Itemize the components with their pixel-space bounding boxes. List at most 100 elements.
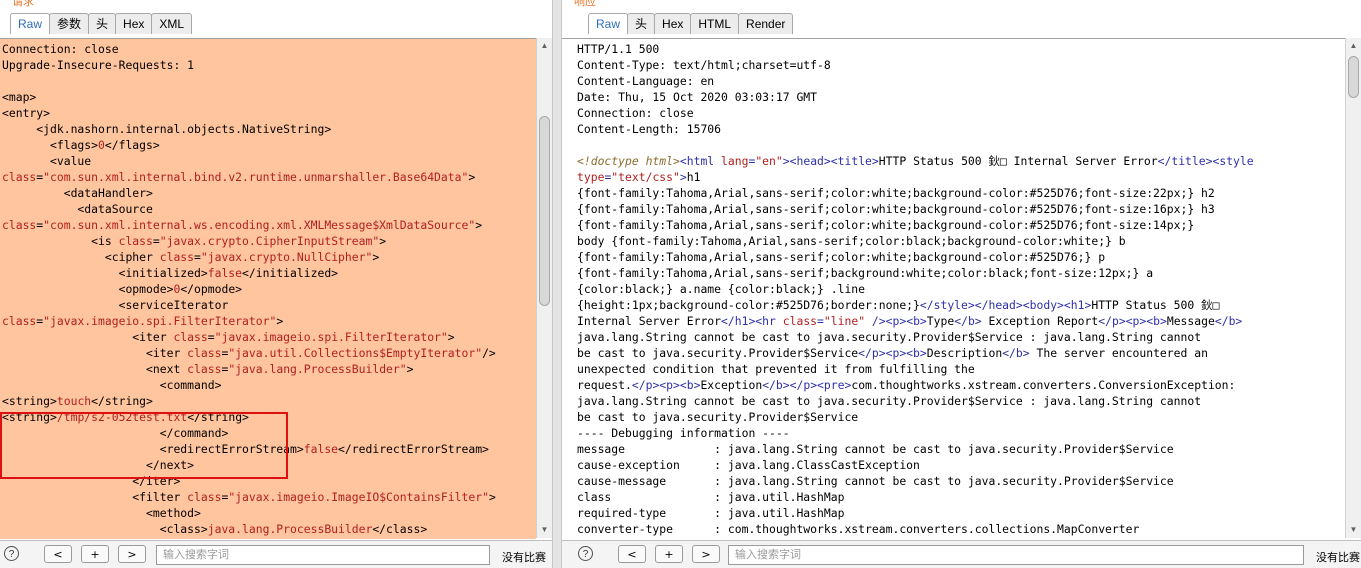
code-token: <string> bbox=[2, 410, 57, 424]
response-tab-html[interactable]: HTML bbox=[690, 13, 740, 34]
help-icon[interactable]: ? bbox=[578, 546, 593, 561]
code-token: /tmp/s2-052test.txt bbox=[56, 410, 188, 424]
code-line: <entry> bbox=[2, 105, 536, 121]
code-token: = bbox=[194, 250, 201, 264]
search-next-button[interactable]: > bbox=[692, 545, 720, 563]
code-line: {font-family:Tahoma,Arial,sans-serif;bac… bbox=[577, 265, 1345, 281]
code-token: <html bbox=[679, 154, 722, 168]
code-token: Exception Report bbox=[981, 314, 1099, 328]
code-token: be cast to java.security.Provider$Servic… bbox=[577, 346, 859, 360]
code-token: "javax.imageio.ImageIO$ContainsFilter" bbox=[228, 490, 489, 504]
code-token: {font-family:Tahoma,Arial,sans-serif;bac… bbox=[577, 266, 1154, 280]
code-token: > bbox=[679, 170, 687, 184]
code-token: "text/css" bbox=[611, 170, 680, 184]
code-line: <iter class="javax.imageio.spi.FilterIte… bbox=[2, 329, 536, 345]
code-token: false bbox=[207, 266, 243, 280]
code-token: Date: Thu, 15 Oct 2020 03:03:17 GMT bbox=[577, 90, 818, 104]
code-token: HTTP Status 500 鈥□ bbox=[1091, 298, 1220, 312]
code-line: Upgrade-Insecure-Requests: 1 bbox=[2, 57, 536, 73]
code-token: > bbox=[379, 234, 387, 248]
code-token: </redirectErrorStream> bbox=[338, 442, 489, 456]
code-token: </next> bbox=[2, 458, 195, 472]
request-body-text[interactable]: Connection: close Upgrade-Insecure-Reques… bbox=[0, 39, 536, 537]
code-token: <iter bbox=[2, 330, 174, 344]
request-tab-hex[interactable]: Hex bbox=[115, 13, 153, 34]
response-tab-render[interactable]: Render bbox=[738, 13, 794, 34]
code-token: </flags> bbox=[104, 138, 160, 152]
request-tab-params[interactable]: 参数 bbox=[49, 13, 90, 34]
code-token: <cipher bbox=[2, 250, 160, 264]
code-token: <method> bbox=[2, 506, 201, 520]
code-token: java.lang.ProcessBuilder bbox=[207, 522, 373, 536]
code-token: <next bbox=[2, 362, 188, 376]
code-token: Type bbox=[926, 314, 955, 328]
code-token: "en" bbox=[755, 154, 783, 168]
response-search-input[interactable] bbox=[728, 545, 1304, 565]
scroll-up-arrow-icon[interactable]: ▲ bbox=[1346, 38, 1361, 54]
code-line: <string>touch</string> bbox=[2, 393, 536, 409]
code-token: </string> bbox=[91, 394, 153, 408]
request-search-bar: ? < + > 没有比赛 bbox=[0, 540, 552, 568]
search-prev-button[interactable]: < bbox=[618, 545, 646, 563]
code-token: Upgrade-Insecure-Requests: 1 bbox=[2, 58, 195, 72]
search-add-button[interactable]: + bbox=[81, 545, 109, 563]
code-token: java.lang.String cannot be cast to java.… bbox=[577, 394, 1202, 408]
request-scrollbar-thumb[interactable] bbox=[539, 116, 550, 306]
code-token: </p><p><b> bbox=[858, 346, 927, 360]
code-token: <command> bbox=[2, 378, 222, 392]
request-search-input[interactable] bbox=[156, 545, 490, 565]
code-line: <class>java.lang.ProcessBuilder</class> bbox=[2, 521, 536, 537]
code-token: > bbox=[468, 170, 476, 184]
code-line: cause-exception : java.lang.ClassCastExc… bbox=[577, 457, 1345, 473]
code-token: <map> bbox=[2, 90, 37, 104]
code-token: class bbox=[173, 330, 208, 344]
response-scrollbar[interactable]: ▲ ▼ bbox=[1345, 38, 1361, 538]
help-icon[interactable]: ? bbox=[4, 546, 19, 561]
code-token: > bbox=[488, 490, 496, 504]
code-line: {color:black;} a.name {color:black;} .li… bbox=[577, 281, 1345, 297]
request-tab-xml[interactable]: XML bbox=[151, 13, 193, 34]
response-tab-headers[interactable]: 头 bbox=[627, 13, 656, 34]
code-token: <flags> bbox=[2, 138, 99, 152]
scroll-down-arrow-icon[interactable]: ▼ bbox=[537, 522, 552, 538]
search-add-button[interactable]: + bbox=[655, 545, 683, 563]
code-token: </string> bbox=[187, 410, 249, 424]
search-next-button[interactable]: > bbox=[118, 545, 146, 563]
response-body-text[interactable]: HTTP/1.1 500 Content-Type: text/html;char… bbox=[562, 39, 1345, 537]
request-header: 请求 bbox=[0, 0, 552, 8]
search-prev-button[interactable]: < bbox=[44, 545, 72, 563]
code-line: body {font-family:Tahoma,Arial,sans-seri… bbox=[577, 233, 1345, 249]
code-line: <jdk.nashorn.internal.objects.NativeStri… bbox=[2, 121, 536, 137]
code-token: body {font-family:Tahoma,Arial,sans-seri… bbox=[577, 234, 1126, 248]
code-token: </iter> bbox=[2, 474, 181, 488]
code-token: "java.lang.ProcessBuilder" bbox=[228, 362, 407, 376]
request-tab-raw[interactable]: Raw bbox=[10, 13, 51, 34]
code-token: <opmode> bbox=[2, 282, 174, 296]
scroll-up-arrow-icon[interactable]: ▲ bbox=[537, 38, 552, 54]
code-token: class : java.util.HashMap bbox=[577, 490, 845, 504]
request-scrollbar[interactable]: ▲ ▼ bbox=[536, 38, 552, 538]
code-token: <jdk.nashorn.internal.objects.NativeStri… bbox=[2, 122, 332, 136]
code-line: <iter class="java.util.Collections$Empty… bbox=[2, 345, 536, 361]
code-line: unexpected condition that prevented it f… bbox=[577, 361, 1345, 377]
request-tab-headers[interactable]: 头 bbox=[88, 13, 117, 34]
code-token: type bbox=[577, 170, 605, 184]
code-line: {font-family:Tahoma,Arial,sans-serif;col… bbox=[577, 201, 1345, 217]
code-line: </next> bbox=[2, 457, 536, 473]
scroll-down-arrow-icon[interactable]: ▼ bbox=[1346, 522, 1361, 538]
code-token: class bbox=[187, 362, 222, 376]
request-editor[interactable]: Connection: close Upgrade-Insecure-Reques… bbox=[0, 38, 536, 539]
code-line: <string>/tmp/s2-052test.txt</string> bbox=[2, 409, 536, 425]
code-line: Connection: close bbox=[2, 41, 536, 57]
code-line: {height:1px;background-color:#525D76;bor… bbox=[577, 297, 1345, 313]
code-token: "java.util.Collections$EmptyIterator" bbox=[228, 346, 483, 360]
response-tab-hex[interactable]: Hex bbox=[654, 13, 692, 34]
code-token: > bbox=[276, 314, 284, 328]
response-editor[interactable]: HTTP/1.1 500 Content-Type: text/html;char… bbox=[562, 38, 1345, 539]
code-line: <next class="java.lang.ProcessBuilder"> bbox=[2, 361, 536, 377]
response-scrollbar-thumb[interactable] bbox=[1348, 56, 1359, 98]
code-line: {font-family:Tahoma,Arial,sans-serif;col… bbox=[577, 249, 1345, 265]
response-tab-raw[interactable]: Raw bbox=[588, 13, 629, 34]
pane-divider[interactable] bbox=[552, 0, 562, 568]
